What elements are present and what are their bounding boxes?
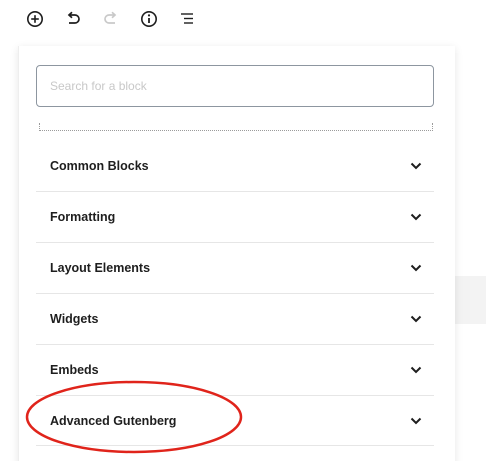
editor-screen: Common Blocks Formatting Layout Elements… [0, 0, 486, 461]
category-label: Embeds [50, 363, 99, 377]
info-icon[interactable] [134, 4, 164, 34]
inserter-separator [39, 123, 433, 131]
category-formatting[interactable]: Formatting [36, 191, 434, 242]
chevron-down-icon [408, 260, 424, 276]
category-layout-elements[interactable]: Layout Elements [36, 242, 434, 293]
category-label: Layout Elements [50, 261, 151, 275]
category-common-blocks[interactable]: Common Blocks [36, 140, 434, 191]
chevron-down-icon [408, 413, 424, 429]
category-label: Formatting [50, 210, 116, 224]
undo-icon[interactable] [58, 4, 88, 34]
editor-toolbar [20, 4, 210, 34]
block-category-list: Common Blocks Formatting Layout Elements… [36, 140, 434, 446]
category-label: Widgets [50, 312, 99, 326]
chevron-down-icon [408, 311, 424, 327]
add-block-icon[interactable] [20, 4, 50, 34]
block-inserter-panel: Common Blocks Formatting Layout Elements… [18, 46, 455, 461]
category-widgets[interactable]: Widgets [36, 293, 434, 344]
category-label: Common Blocks [50, 158, 149, 173]
chevron-down-icon [408, 362, 424, 378]
chevron-down-icon [408, 209, 424, 225]
editor-background-block [454, 276, 486, 324]
category-embeds[interactable]: Embeds [36, 344, 434, 395]
block-navigation-icon[interactable] [172, 4, 202, 34]
redo-icon[interactable] [96, 4, 126, 34]
chevron-down-icon [408, 158, 424, 174]
block-search-input[interactable] [36, 65, 434, 107]
category-advanced-gutenberg[interactable]: Advanced Gutenberg [36, 395, 434, 446]
category-label: Advanced Gutenberg [50, 413, 177, 428]
